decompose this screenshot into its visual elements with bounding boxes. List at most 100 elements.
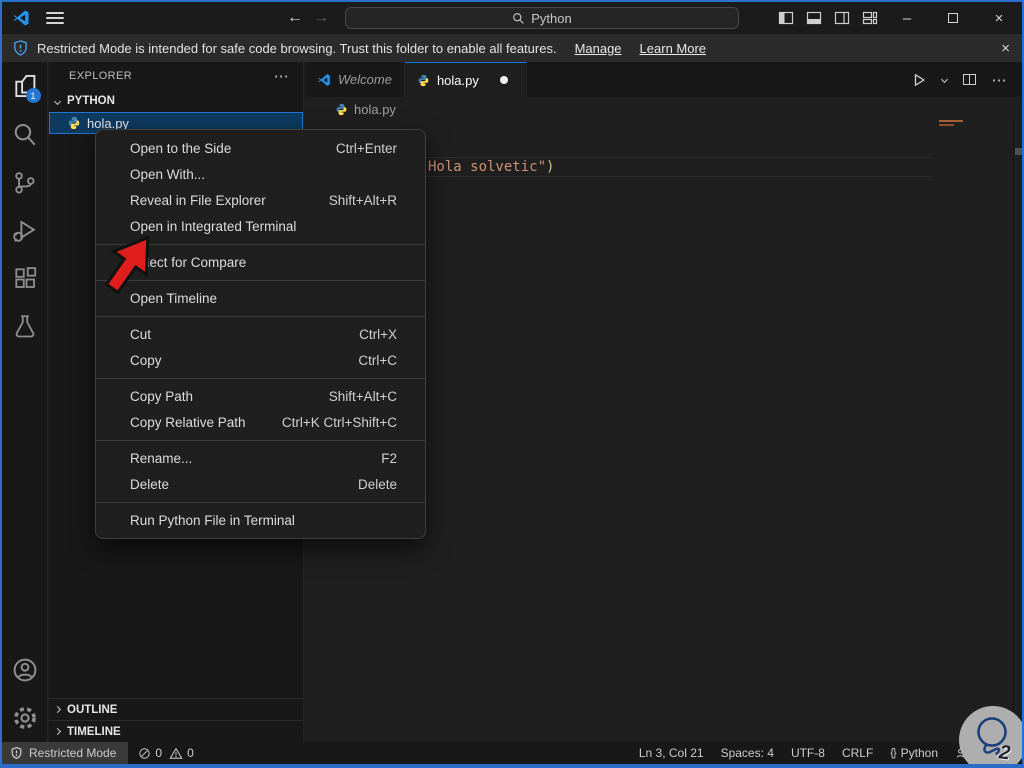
chevron-down-icon [53,97,62,105]
vscode-logo-icon [318,73,330,86]
search-value: Python [531,10,572,26]
chevron-right-icon [53,705,62,714]
file-context-menu: Open to the Side Ctrl+Enter Open With... … [95,129,426,539]
restricted-mode-label: Restricted Mode [29,746,117,760]
explorer-badge: 1 [25,88,41,103]
folder-section-python[interactable]: PYTHON [49,90,303,112]
tab-hola-py[interactable]: hola.py [404,62,527,97]
errors-icon [139,747,151,759]
shield-icon [14,40,27,56]
menu-separator [96,439,425,441]
toggle-secondary-sidebar-icon[interactable] [828,2,856,34]
menu-item-rename[interactable]: Rename... F2 [96,445,425,471]
account-icon[interactable] [2,646,48,694]
explorer-more-actions-icon[interactable]: ⋯ [274,67,289,85]
menu-hamburger-icon[interactable] [46,12,64,24]
folder-section-label: PYTHON [67,95,115,107]
menu-item-cut[interactable]: Cut Ctrl+X [96,321,425,347]
warning-count: 0 [187,746,194,760]
editor-scrollbar[interactable] [1013,121,1022,742]
sidebar-title: EXPLORER [69,70,133,82]
menu-separator [96,377,425,379]
toggle-sidebar-icon[interactable] [772,2,800,34]
cursor-position-status[interactable]: Ln 3, Col 21 [639,746,704,760]
indentation-status[interactable]: Spaces: 4 [721,746,774,760]
code-string: Hola solvetic" [428,159,547,175]
menu-item-select-for-compare[interactable]: Select for Compare [96,249,425,275]
menu-item-delete[interactable]: Delete Delete [96,471,425,497]
tab-bar: Welcome hola.py ⋯ [305,62,1022,97]
run-dropdown-chevron-icon[interactable] [938,69,950,91]
minimap[interactable] [931,119,1013,742]
maximize-button[interactable] [930,2,976,34]
restricted-mode-status[interactable]: Restricted Mode [2,742,129,764]
code-bracket: ) [546,159,555,175]
activity-bar: 1 [2,62,48,742]
breadcrumb[interactable]: hola.py [305,97,1022,121]
warnings-icon [169,747,183,759]
source-control-icon[interactable] [2,158,48,206]
menu-separator [96,243,425,245]
lightbulb-watermark: 2 [959,706,1022,764]
explorer-icon[interactable]: 1 [2,62,48,110]
code-line: Hola solvetic") [428,158,554,178]
settings-gear-icon[interactable] [2,694,48,742]
menu-separator [96,501,425,503]
toggle-panel-icon[interactable] [800,2,828,34]
banner-message: Restricted Mode is intended for safe cod… [37,40,557,56]
language-mode-status[interactable]: {} Python [890,746,938,760]
extensions-icon[interactable] [2,254,48,302]
python-file-icon [418,74,429,86]
menu-separator [96,315,425,317]
tab-welcome-label: Welcome [338,72,392,87]
testing-icon[interactable] [2,302,48,350]
title-bar: ← → Python – × [2,2,1022,34]
editor-more-actions-icon[interactable]: ⋯ [988,69,1010,91]
close-window-button[interactable]: × [976,2,1022,34]
search-sidebar-icon[interactable] [2,110,48,158]
vscode-window: ← → Python – × Restricted Mode is intend… [0,0,1024,768]
back-arrow-icon[interactable]: ← [287,9,303,27]
python-file-icon [336,103,347,115]
menu-item-copy[interactable]: Copy Ctrl+C [96,347,425,373]
menu-item-open-with[interactable]: Open With... [96,161,425,187]
tab-welcome[interactable]: Welcome [305,62,405,97]
banner-close-icon[interactable]: × [1001,40,1010,57]
braces-icon: {} [890,747,896,759]
vscode-logo-icon [13,10,29,26]
timeline-label: TIMELINE [67,725,121,738]
outline-section[interactable]: OUTLINE [49,698,303,720]
split-editor-icon[interactable] [958,69,980,91]
run-button[interactable] [908,69,930,91]
forward-arrow-icon[interactable]: → [313,9,329,27]
problems-status[interactable]: 0 0 [138,746,194,760]
error-count: 0 [155,746,163,760]
eol-status[interactable]: CRLF [842,746,873,760]
run-debug-icon[interactable] [2,206,48,254]
minimize-button[interactable]: – [884,2,930,34]
maximize-icon [948,13,958,23]
customize-layout-icon[interactable] [856,2,884,34]
modified-dot-icon[interactable] [499,76,508,84]
shield-icon [11,746,22,760]
language-label: Python [900,746,938,760]
menu-item-open-in-integrated-terminal[interactable]: Open in Integrated Terminal [96,213,425,239]
menu-separator [96,279,425,281]
command-center-search[interactable]: Python [345,7,739,29]
menu-item-reveal-in-file-explorer[interactable]: Reveal in File Explorer Shift+Alt+R [96,187,425,213]
tab-hola-label: hola.py [436,72,479,88]
banner-learn-more-link[interactable]: Learn More [640,41,706,56]
menu-item-copy-relative-path[interactable]: Copy Relative Path Ctrl+K Ctrl+Shift+C [96,409,425,435]
menu-item-open-to-side[interactable]: Open to the Side Ctrl+Enter [96,135,425,161]
chevron-right-icon [53,727,62,736]
outline-label: OUTLINE [67,703,118,716]
status-bar: Restricted Mode 0 0 Ln 3, Col 21 Spaces:… [2,742,1022,764]
timeline-section[interactable]: TIMELINE [49,720,303,742]
banner-manage-link[interactable]: Manage [575,41,622,56]
encoding-status[interactable]: UTF-8 [791,746,825,760]
menu-item-copy-path[interactable]: Copy Path Shift+Alt+C [96,383,425,409]
menu-item-open-timeline[interactable]: Open Timeline [96,285,425,311]
menu-item-run-python-file-in-terminal[interactable]: Run Python File in Terminal [96,507,425,533]
scrollbar-thumb[interactable] [1015,148,1022,155]
lightbulb-icon [977,717,1007,756]
